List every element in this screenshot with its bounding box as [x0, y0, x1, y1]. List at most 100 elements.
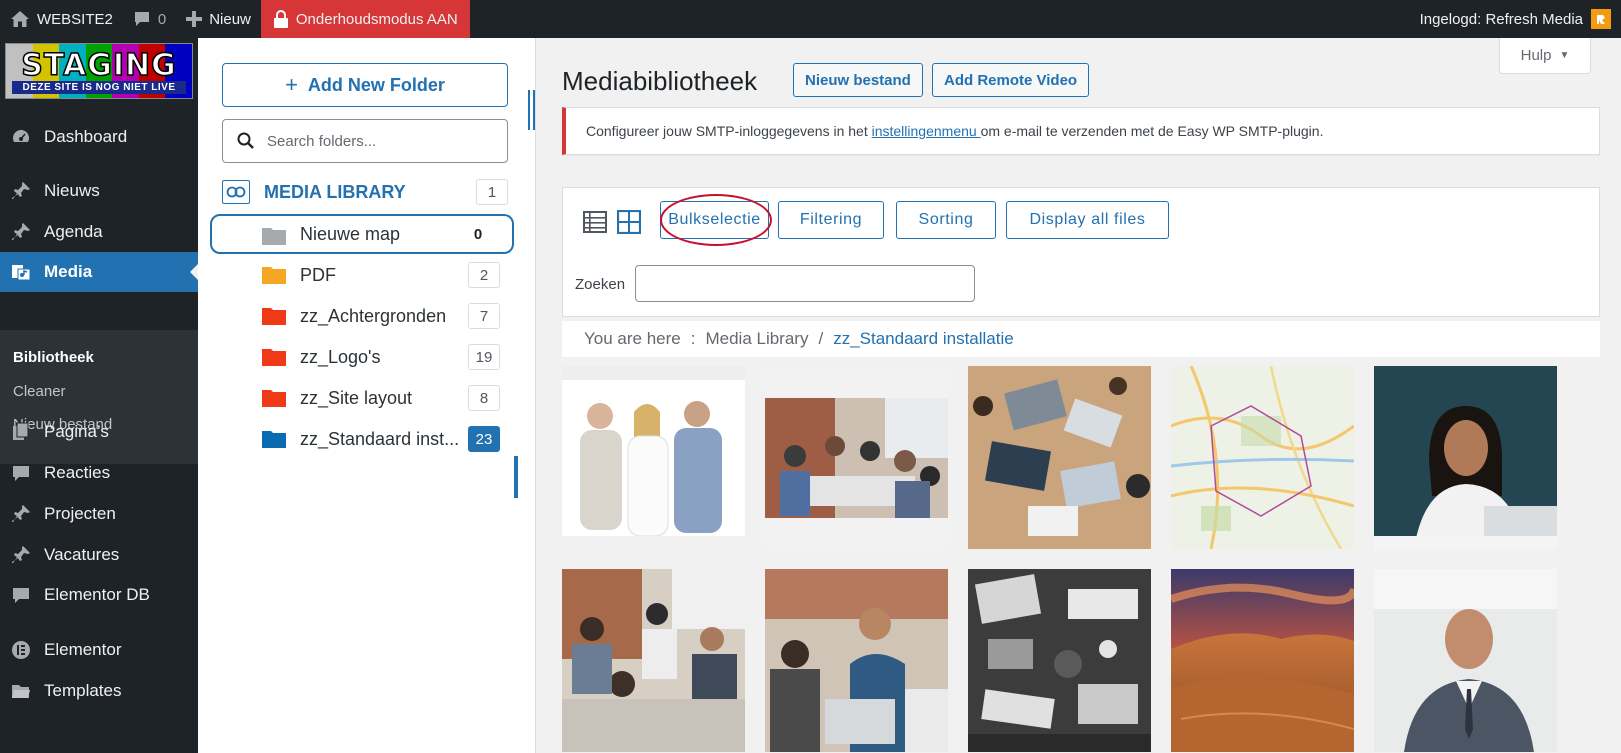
plus-icon: +: [285, 72, 298, 97]
folder-icon: [262, 308, 286, 325]
media-thumbnail[interactable]: [1374, 569, 1557, 752]
smtp-notice: Configureer jouw SMTP-inloggegevens in h…: [562, 107, 1600, 155]
colleagues-laptop-image: [765, 569, 948, 752]
folder-item-nieuwe-map[interactable]: Nieuwe map 0: [210, 214, 514, 254]
search-folders-input[interactable]: [267, 132, 487, 150]
media-thumbnail[interactable]: [1171, 569, 1354, 752]
folder-item-pdf[interactable]: PDF 2: [212, 255, 518, 295]
media-thumbnail[interactable]: [1171, 366, 1354, 549]
user-label: Ingelogd: Refresh Media: [1419, 10, 1583, 28]
menu-label-media: Media: [44, 262, 93, 281]
page-icon: [10, 421, 32, 443]
folder-count: 8: [468, 385, 500, 411]
menu-item-paginas[interactable]: Pagina’s: [0, 412, 198, 452]
media-search-input[interactable]: [635, 265, 975, 302]
search-icon: [237, 132, 254, 149]
menu-label-dashboard: Dashboard: [44, 127, 128, 146]
folder-count: 0: [462, 221, 494, 247]
breadcrumb-current[interactable]: zz_Standaard installatie: [833, 329, 1014, 349]
folder-count: 1: [476, 179, 508, 205]
meeting-photo-image: [765, 366, 948, 549]
elementor-icon: [10, 639, 32, 661]
media-thumbnail[interactable]: [765, 569, 948, 752]
new-content-link[interactable]: Nieuw: [176, 0, 261, 38]
admin-menu: STAGING DEZE SITE IS NOG NIET LIVE Dashb…: [0, 38, 198, 753]
media-thumbnail[interactable]: [562, 569, 745, 752]
new-file-button[interactable]: Nieuw bestand: [793, 63, 923, 97]
breadcrumb-colon: :: [690, 329, 696, 348]
comments-link[interactable]: 0: [123, 0, 176, 38]
comment-icon: [134, 12, 149, 26]
home-icon: [11, 11, 29, 27]
folder-name: PDF: [300, 264, 336, 285]
media-thumbnail[interactable]: [765, 366, 948, 549]
submenu-cleaner[interactable]: Cleaner: [13, 383, 66, 400]
search-label: Zoeken: [575, 276, 626, 293]
folder-icon: [262, 228, 286, 245]
media-icon: [10, 261, 32, 283]
folder-item-achtergronden[interactable]: zz_Achtergronden 7: [212, 296, 518, 336]
new-label: Nieuw: [209, 10, 251, 28]
media-thumbnail[interactable]: [968, 366, 1151, 549]
caret-down-icon: ▼: [1559, 50, 1570, 61]
menu-item-reacties[interactable]: Reacties: [0, 453, 198, 493]
media-thumbnail[interactable]: [968, 569, 1151, 752]
menu-item-agenda[interactable]: Agenda: [0, 212, 198, 252]
menu-label-vacatures: Vacatures: [44, 545, 120, 564]
add-new-folder-button[interactable]: + Add New Folder: [222, 63, 508, 107]
folder-icon: [262, 390, 286, 407]
breadcrumb-root[interactable]: Media Library: [705, 329, 808, 349]
office-meeting-image: [562, 569, 745, 752]
desert-image: [1171, 569, 1354, 752]
avatar: [1591, 9, 1611, 29]
sorting-button[interactable]: Sorting: [896, 201, 996, 239]
breadcrumb-prefix: You are here: [584, 329, 681, 348]
search-folders-field[interactable]: [222, 119, 508, 163]
menu-item-dashboard[interactable]: Dashboard: [0, 117, 198, 157]
refresh-logo-icon: [1597, 15, 1605, 24]
site-name-label: WEBSITE2: [37, 10, 113, 28]
display-all-files-button[interactable]: Display all files: [1006, 201, 1169, 239]
help-label: Hulp: [1520, 47, 1552, 64]
menu-item-elementor-db[interactable]: Elementor DB: [0, 575, 198, 615]
folder-name: zz_Logo's: [300, 346, 381, 367]
settings-menu-link[interactable]: instellingenmenu: [872, 123, 981, 139]
folder-item-site-layout[interactable]: zz_Site layout 8: [212, 378, 518, 418]
media-thumbnail[interactable]: [1374, 366, 1557, 549]
folder-name: Nieuwe map: [300, 223, 401, 244]
folder-name: zz_Standaard inst...: [300, 428, 460, 449]
plus-icon: [186, 11, 203, 27]
folder-count: 23: [468, 426, 500, 452]
menu-label-projecten: Projecten: [44, 504, 116, 523]
media-library-icon: [222, 180, 250, 204]
menu-item-vacatures[interactable]: Vacatures: [0, 535, 198, 575]
submenu-bibliotheek[interactable]: Bibliotheek: [13, 349, 94, 366]
menu-item-templates[interactable]: Templates: [0, 671, 198, 711]
list-view-icon[interactable]: [583, 210, 607, 234]
maintenance-label: Onderhoudsmodus AAN: [295, 10, 458, 28]
menu-item-elementor[interactable]: Elementor: [0, 630, 198, 670]
folder-icon: [10, 680, 32, 702]
active-folder-indicator: [514, 456, 518, 498]
team-photo-image: [562, 366, 745, 549]
page-title: Mediabibliotheek: [562, 66, 758, 96]
media-thumbnail[interactable]: [562, 366, 745, 549]
help-tab[interactable]: Hulp ▼: [1499, 38, 1591, 74]
user-account-link[interactable]: Ingelogd: Refresh Media: [1420, 0, 1621, 38]
staging-title: STAGING: [21, 47, 177, 84]
bw-desk-image: [968, 569, 1151, 752]
folder-item-standaard-installatie[interactable]: zz_Standaard inst... 23: [212, 419, 518, 459]
maintenance-mode-link[interactable]: Onderhoudsmodus AAN: [260, 0, 470, 38]
notice-text-before: Configureer jouw SMTP-inloggegevens in h…: [586, 123, 872, 139]
menu-item-projecten[interactable]: Projecten: [0, 494, 198, 534]
panel-resize-handle[interactable]: [528, 90, 540, 130]
media-library-root[interactable]: MEDIA LIBRARY 1: [222, 177, 508, 207]
folder-item-logos[interactable]: zz_Logo's 19: [212, 337, 518, 377]
comment-icon: [10, 584, 32, 606]
filtering-button[interactable]: Filtering: [778, 201, 884, 239]
grid-view-icon[interactable]: [617, 210, 641, 234]
menu-item-nieuws[interactable]: Nieuws: [0, 171, 198, 211]
menu-item-media[interactable]: Media: [0, 252, 198, 292]
add-remote-video-button[interactable]: Add Remote Video: [932, 63, 1090, 97]
site-name-link[interactable]: WEBSITE2: [0, 0, 123, 38]
